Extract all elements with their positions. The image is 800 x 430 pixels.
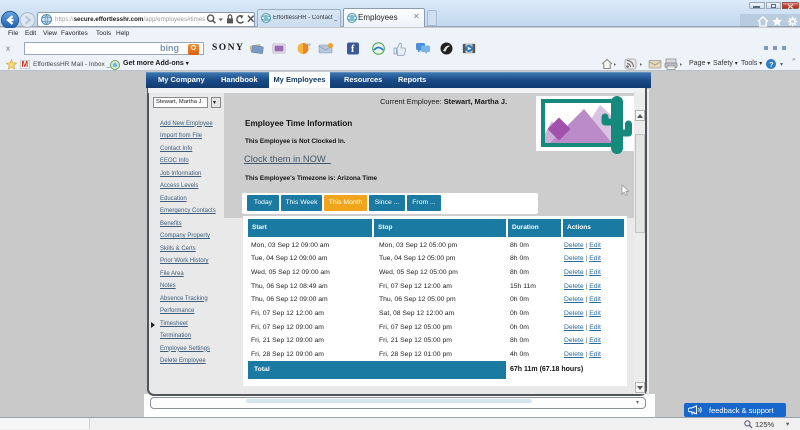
svg-text:19: 19 [306,42,311,47]
